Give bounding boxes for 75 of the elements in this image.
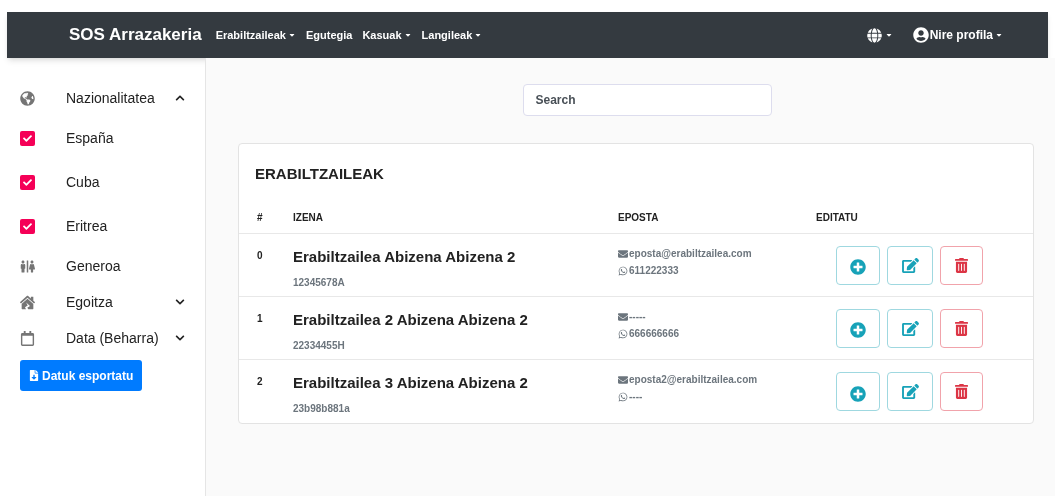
edit-button[interactable] [887, 245, 933, 285]
calendar-icon [20, 330, 35, 346]
user-name: Erabiltzailea 3 Abizena Abizena 2 [293, 373, 529, 393]
user-name: Erabiltzailea Abizena Abizena 2 [293, 247, 517, 267]
globe-icon [866, 27, 882, 43]
edit-icon [901, 320, 919, 336]
checkbox[interactable] [20, 174, 35, 190]
filter-label: Generoa [66, 256, 122, 276]
user-id: 22334455H [293, 338, 346, 353]
filter-label: Eritrea [66, 216, 109, 236]
add-button[interactable] [836, 245, 880, 285]
envelope-icon [618, 311, 628, 322]
user-id: 12345678A [293, 275, 346, 290]
column-header: IZENA [293, 211, 324, 225]
user-icon [912, 27, 929, 43]
plus-icon [850, 259, 866, 275]
user-id: 23b98b881a [293, 401, 351, 416]
plus-icon [850, 385, 866, 402]
table-cell-text: 1 [256, 312, 264, 326]
edit-button[interactable] [887, 372, 933, 411]
phone-icon [618, 391, 628, 402]
house-icon [20, 294, 35, 310]
search-field[interactable]: Search [522, 84, 772, 116]
envelope-icon [618, 374, 628, 385]
export-button[interactable]: Datuk esportatu [20, 360, 143, 391]
trash-icon [955, 257, 968, 273]
trash-icon [955, 320, 968, 336]
nav-link[interactable]: Kasuak [362, 26, 412, 44]
brand[interactable]: SOS Arrazakeria [69, 22, 202, 48]
filter-label: Cuba [66, 172, 101, 192]
table-cell-text: 2 [256, 375, 264, 389]
column-header: # [256, 211, 264, 225]
user-email: eposta@erabiltzailea.com [629, 247, 752, 261]
add-button[interactable] [836, 372, 880, 411]
user-phone: ---- [629, 390, 643, 404]
trash-icon [955, 384, 968, 399]
user-name: Erabiltzailea 2 Abizena Abizena 2 [293, 310, 529, 330]
file-download-icon [29, 370, 39, 381]
column-header: EPOSTA [618, 211, 660, 225]
user-phone: 666666666 [629, 327, 680, 341]
caret-icon [995, 31, 1003, 39]
table-cell-text: 0 [256, 249, 264, 263]
nav-link[interactable]: Erabiltzaileak [215, 26, 296, 44]
phone-icon [618, 265, 628, 276]
people-icon [20, 258, 35, 274]
user-phone: 611222333 [629, 264, 679, 278]
filter-label: Data (Beharra) [66, 328, 160, 348]
plus-icon [850, 322, 866, 338]
edit-icon [901, 384, 919, 399]
edit-icon [901, 257, 919, 273]
checkbox[interactable] [20, 130, 35, 146]
column-header: EDITATU [816, 211, 858, 225]
delete-button[interactable] [940, 372, 983, 411]
checkbox[interactable] [20, 218, 35, 234]
caret-icon [884, 31, 893, 39]
filter-label: España [66, 128, 115, 148]
add-button[interactable] [836, 308, 880, 348]
nav-link[interactable]: Egutegia [305, 26, 353, 44]
delete-button[interactable] [940, 245, 983, 285]
globe-icon [20, 90, 35, 106]
filter-label: Nazionalitatea [66, 88, 156, 108]
edit-button[interactable] [887, 308, 933, 348]
check-icon [23, 177, 32, 187]
user-email: ----- [629, 310, 646, 324]
filter-label: Egoitza [66, 292, 114, 312]
profile-button[interactable]: Nire profila [912, 26, 1003, 44]
card-title: ERABILTZAILEAK [254, 164, 385, 184]
language-button[interactable] [866, 27, 893, 43]
delete-button[interactable] [940, 308, 983, 348]
envelope-icon [618, 248, 628, 259]
check-icon [23, 133, 32, 143]
nav-link[interactable]: Langileak [421, 26, 483, 44]
user-email: eposta2@erabiltzailea.com [629, 373, 758, 387]
phone-icon [618, 328, 628, 339]
check-icon [23, 221, 32, 231]
